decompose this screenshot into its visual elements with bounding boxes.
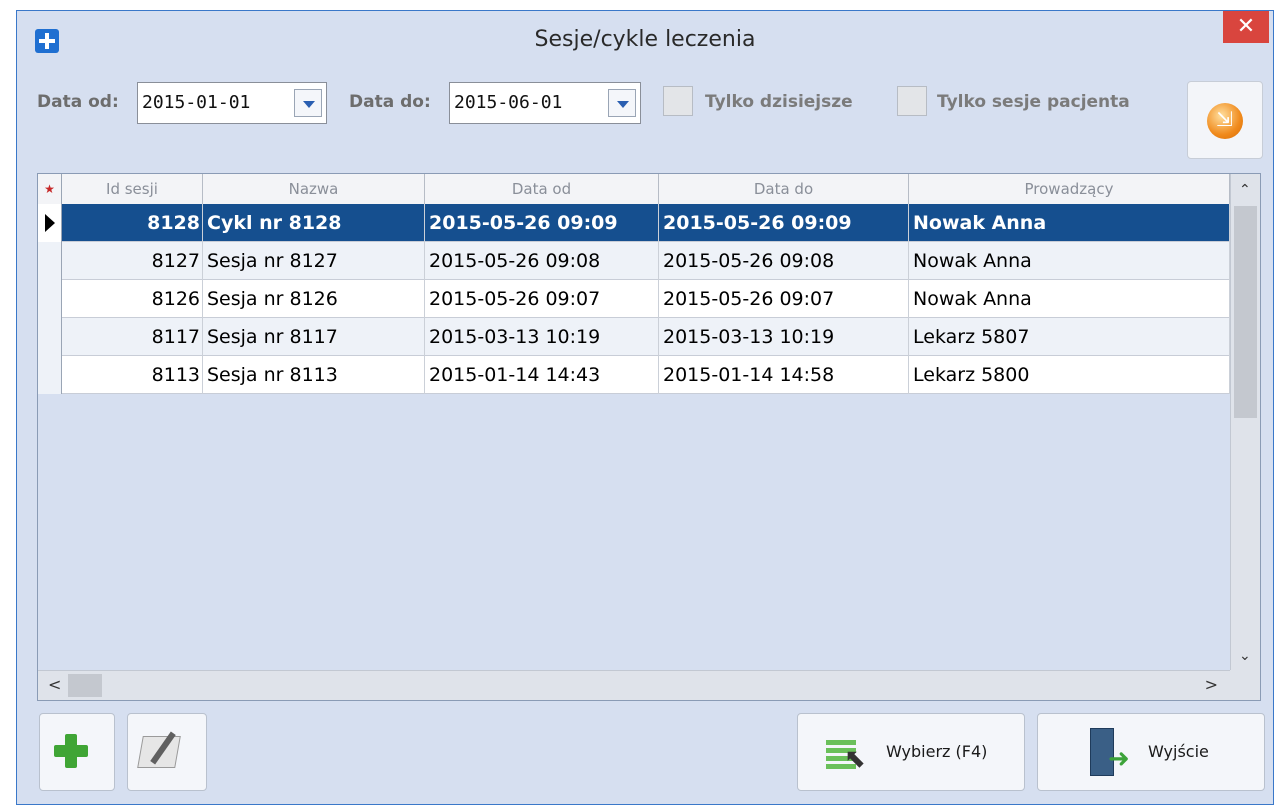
cell-id: 8127 (62, 242, 203, 280)
close-button[interactable]: ✕ (1223, 11, 1269, 43)
date-from-value[interactable]: 2015-01-01 (142, 92, 250, 113)
cell-date-to: 2015-03-13 10:19 (659, 318, 909, 356)
table-row[interactable]: 8127 Sesja nr 8127 2015-05-26 09:08 2015… (38, 242, 1230, 280)
cell-date-from: 2015-03-13 10:19 (425, 318, 659, 356)
cell-lead: Lekarz 5800 (909, 356, 1230, 394)
refresh-button[interactable] (1187, 81, 1263, 159)
cell-lead: Nowak Anna (909, 204, 1230, 242)
column-header-date-from[interactable]: Data od (425, 174, 659, 204)
only-today-checkbox[interactable] (663, 86, 693, 116)
cell-name: Cykl nr 8128 (203, 204, 425, 242)
table-row[interactable]: 8117 Sesja nr 8117 2015-03-13 10:19 2015… (38, 318, 1230, 356)
column-header-lead[interactable]: Prowadzący (909, 174, 1230, 204)
exit-button-label: Wyjście (1148, 742, 1209, 761)
only-today-label[interactable]: Tylko dzisiejsze (705, 92, 853, 112)
chevron-up-icon[interactable]: ⌃ (1239, 182, 1253, 198)
cell-date-from: 2015-05-26 09:08 (425, 242, 659, 280)
title-bar: Sesje/cykle leczenia ✕ (17, 11, 1273, 71)
cell-date-to: 2015-05-26 09:08 (659, 242, 909, 280)
refresh-icon (1207, 103, 1243, 139)
add-button[interactable] (39, 713, 115, 791)
table-row[interactable]: 8128 Cykl nr 8128 2015-05-26 09:09 2015-… (38, 204, 1230, 242)
cell-name: Sesja nr 8113 (203, 356, 425, 394)
cell-date-to: 2015-01-14 14:58 (659, 356, 909, 394)
column-header-name[interactable]: Nazwa (203, 174, 425, 204)
vertical-scrollbar[interactable]: ⌃ ⌄ (1230, 174, 1260, 670)
cell-date-from: 2015-01-14 14:43 (425, 356, 659, 394)
cell-date-to: 2015-05-26 09:07 (659, 280, 909, 318)
horizontal-scrollbar[interactable]: < > (38, 670, 1230, 700)
select-button-label: Wybierz (F4) (886, 742, 988, 761)
vertical-scroll-thumb[interactable] (1234, 206, 1257, 418)
edit-icon (138, 728, 186, 772)
row-indicator (38, 356, 62, 394)
grid-header: ★ Id sesji Nazwa Data od Data do Prowadz… (38, 174, 1230, 205)
cell-date-from: 2015-05-26 09:09 (425, 204, 659, 242)
cell-date-to: 2015-05-26 09:09 (659, 204, 909, 242)
horizontal-scroll-thumb[interactable] (68, 674, 102, 697)
cell-id: 8113 (62, 356, 203, 394)
dialog-window: Sesje/cykle leczenia ✕ Data od: 2015-01-… (16, 10, 1274, 805)
table-row[interactable]: 8126 Sesja nr 8126 2015-05-26 09:07 2015… (38, 280, 1230, 318)
plus-icon (54, 734, 88, 768)
cell-lead: Nowak Anna (909, 280, 1230, 318)
date-from-label: Data od: (37, 92, 119, 112)
cell-id: 8126 (62, 280, 203, 318)
date-to-picker[interactable]: 2015-06-01 (449, 82, 641, 124)
chevron-down-icon[interactable]: ⌄ (1239, 648, 1253, 664)
select-button[interactable]: ⬉ Wybierz (F4) (797, 713, 1025, 791)
only-patient-checkbox[interactable] (897, 86, 927, 116)
select-icon: ⬉ (826, 738, 866, 774)
exit-door-icon: ➜ (1088, 728, 1134, 778)
row-indicator (38, 280, 62, 318)
row-indicator (38, 204, 62, 242)
date-from-picker[interactable]: 2015-01-01 (137, 82, 327, 124)
table-row[interactable]: 8113 Sesja nr 8113 2015-01-14 14:43 2015… (38, 356, 1230, 394)
scroll-corner (1230, 670, 1260, 700)
cell-name: Sesja nr 8127 (203, 242, 425, 280)
cell-name: Sesja nr 8126 (203, 280, 425, 318)
exit-button[interactable]: ➜ Wyjście (1037, 713, 1265, 791)
cell-id: 8117 (62, 318, 203, 356)
cell-date-from: 2015-05-26 09:07 (425, 280, 659, 318)
window-title: Sesje/cykle leczenia (534, 27, 756, 52)
column-header-date-to[interactable]: Data do (659, 174, 909, 204)
date-to-value[interactable]: 2015-06-01 (454, 92, 562, 113)
row-indicator (38, 242, 62, 280)
required-star-icon: ★ (38, 174, 62, 204)
cell-lead: Nowak Anna (909, 242, 1230, 280)
edit-button[interactable] (127, 713, 207, 791)
row-indicator (38, 318, 62, 356)
date-to-label: Data do: (349, 92, 431, 112)
cell-id: 8128 (62, 204, 203, 242)
only-patient-label[interactable]: Tylko sesje pacjenta (937, 92, 1130, 112)
sessions-grid[interactable]: ★ Id sesji Nazwa Data od Data do Prowadz… (37, 173, 1261, 701)
chevron-right-icon[interactable]: > (1205, 675, 1218, 694)
cell-name: Sesja nr 8117 (203, 318, 425, 356)
chevron-down-icon[interactable] (294, 89, 322, 117)
cell-lead: Lekarz 5807 (909, 318, 1230, 356)
chevron-down-icon[interactable] (608, 89, 636, 117)
column-header-id[interactable]: Id sesji (62, 174, 203, 204)
chevron-left-icon[interactable]: < (48, 675, 61, 694)
